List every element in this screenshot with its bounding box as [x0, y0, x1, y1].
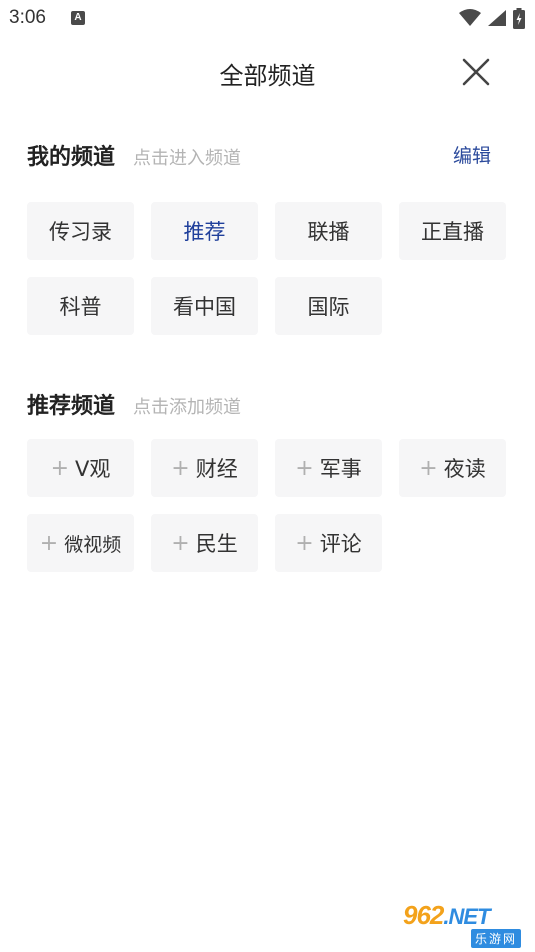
- add-channel-caijing[interactable]: + 财经: [151, 439, 258, 497]
- status-time: 3:06: [9, 7, 46, 28]
- add-channel-yedu[interactable]: + 夜读: [399, 439, 506, 497]
- channel-chip-guoji[interactable]: 国际: [275, 277, 382, 335]
- channel-chip-label: 夜读: [443, 457, 486, 481]
- channel-chip-zhengzhibo[interactable]: 正直播: [399, 202, 506, 260]
- channel-chip-label: V观: [75, 457, 111, 481]
- my-channels-header: 我的频道 点击进入频道: [27, 139, 242, 170]
- channel-chip-label: 传习录: [49, 220, 112, 244]
- notification-badge-icon: A: [71, 11, 85, 25]
- channel-chip-label: 联播: [307, 220, 350, 244]
- recommended-channels-header: 推荐频道 点击添加频道: [27, 388, 242, 419]
- channel-chip-label: 正直播: [421, 220, 484, 244]
- channel-chip-label: 推荐: [183, 220, 226, 244]
- page-title: 全部频道: [219, 62, 316, 90]
- channel-chip-tuijian[interactable]: 推荐: [151, 202, 258, 260]
- recommended-channels-title: 推荐频道: [27, 394, 116, 419]
- plus-icon: +: [295, 455, 314, 481]
- channel-chip-label: 看中国: [173, 295, 236, 319]
- edit-button[interactable]: 编辑: [453, 141, 491, 168]
- close-icon: [462, 58, 490, 86]
- plus-icon: +: [171, 455, 190, 481]
- close-button[interactable]: [458, 54, 494, 90]
- watermark-site-name: 乐游网: [471, 929, 522, 948]
- channel-chip-label: 评论: [319, 532, 362, 556]
- plus-icon: +: [39, 530, 59, 556]
- channel-chip-chuanxilu[interactable]: 传习录: [27, 202, 134, 260]
- battery-charging-icon: [513, 7, 525, 29]
- channel-chip-label: 微视频: [64, 533, 122, 556]
- add-channel-vguan[interactable]: + V观: [27, 439, 134, 497]
- channel-chip-kepu[interactable]: 科普: [27, 277, 134, 335]
- add-channel-junshi[interactable]: + 军事: [275, 439, 382, 497]
- plus-icon: +: [419, 455, 438, 481]
- watermark-logo: 962.NET 乐游网: [397, 900, 529, 948]
- watermark-suffix: .NET: [443, 904, 490, 929]
- plus-icon: +: [171, 530, 190, 556]
- channel-chip-lianbo[interactable]: 联播: [275, 202, 382, 260]
- channel-chip-label: 财经: [195, 457, 238, 481]
- channel-chip-label: 军事: [319, 457, 362, 481]
- watermark-digits: 962: [403, 900, 444, 930]
- my-channels-title: 我的频道: [27, 145, 116, 170]
- plus-icon: +: [295, 530, 314, 556]
- plus-icon: +: [50, 455, 70, 481]
- status-icons: [459, 7, 525, 29]
- status-bar: 3:06 A: [0, 0, 535, 38]
- my-channels-hint: 点击进入频道: [133, 148, 242, 169]
- header: 全部频道: [0, 38, 535, 104]
- channel-chip-label: 科普: [59, 295, 102, 319]
- add-channel-weishipin[interactable]: + 微视频: [27, 514, 134, 572]
- wifi-icon: [459, 9, 481, 26]
- watermark-number: 962.NET: [403, 900, 491, 931]
- add-channel-minsheng[interactable]: + 民生: [151, 514, 258, 572]
- recommended-channels-hint: 点击添加频道: [133, 397, 242, 418]
- channel-chip-kanzhongguo[interactable]: 看中国: [151, 277, 258, 335]
- channel-chip-label: 民生: [195, 532, 238, 556]
- channel-chip-label: 国际: [307, 295, 350, 319]
- add-channel-pinglun[interactable]: + 评论: [275, 514, 382, 572]
- signal-icon: [488, 10, 506, 26]
